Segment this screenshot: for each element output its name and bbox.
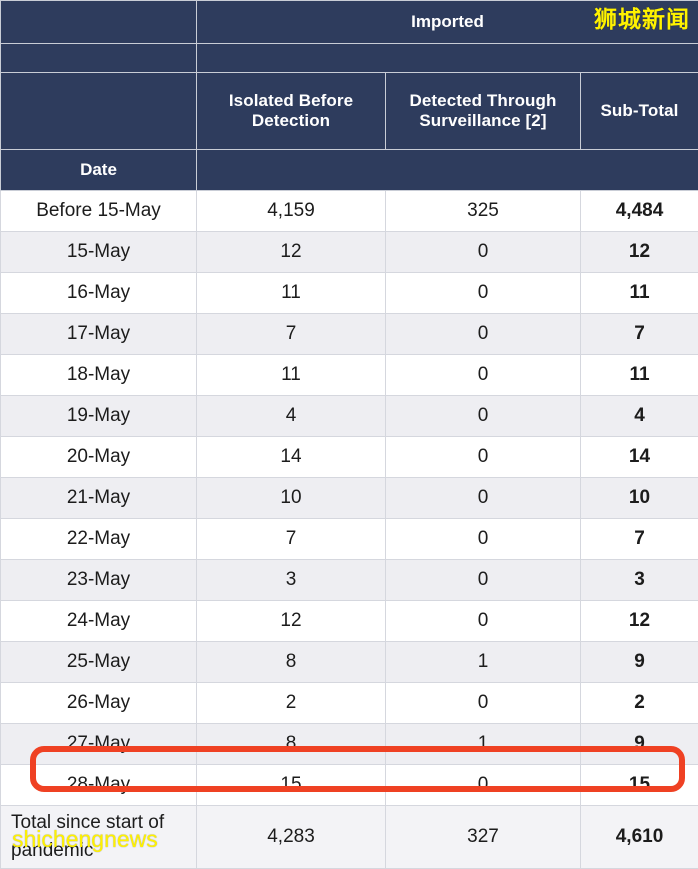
cell-date: 26-May (1, 683, 197, 724)
table-row: 22-May 7 0 7 (1, 519, 698, 560)
cell-isolated: 4,159 (197, 191, 386, 232)
watermark-top-right: 狮城新闻 (594, 8, 690, 31)
cell-detected: 0 (386, 478, 581, 519)
header-spacer-right (197, 44, 698, 73)
cell-date: Before 15-May (1, 191, 197, 232)
cell-isolated: 12 (197, 601, 386, 642)
cell-subtotal: 4,484 (581, 191, 698, 232)
cell-detected: 325 (386, 191, 581, 232)
cell-detected: 1 (386, 642, 581, 683)
covid-case-table-container: Imported Isolated Before Detection Detec… (0, 0, 698, 860)
cell-isolated: 12 (197, 232, 386, 273)
cell-subtotal: 7 (581, 314, 698, 355)
table-row: 24-May 12 0 12 (1, 601, 698, 642)
cell-isolated: 15 (197, 765, 386, 806)
table-row-highlighted: 28-May 15 0 15 (1, 765, 698, 806)
cell-date: 16-May (1, 273, 197, 314)
cell-subtotal: 12 (581, 232, 698, 273)
cell-detected: 0 (386, 396, 581, 437)
header-row-spacer (1, 44, 698, 73)
cell-detected: 0 (386, 355, 581, 396)
cell-date: 27-May (1, 724, 197, 765)
watermark-bottom-left: shichengnews (12, 828, 158, 851)
covid-imported-cases-table: Imported Isolated Before Detection Detec… (0, 0, 698, 869)
header-detected-through-surveillance: Detected Through Surveillance [2] (386, 73, 581, 150)
cell-isolated: 11 (197, 273, 386, 314)
table-row: 19-May 4 0 4 (1, 396, 698, 437)
header-sub-total: Sub-Total (581, 73, 698, 150)
cell-detected: 0 (386, 437, 581, 478)
cell-isolated: 11 (197, 355, 386, 396)
cell-date: 19-May (1, 396, 197, 437)
cell-date: 20-May (1, 437, 197, 478)
cell-subtotal: 10 (581, 478, 698, 519)
header-isolated-before-detection: Isolated Before Detection (197, 73, 386, 150)
cell-detected: 0 (386, 683, 581, 724)
cell-date: 21-May (1, 478, 197, 519)
cell-detected: 0 (386, 314, 581, 355)
cell-detected: 0 (386, 519, 581, 560)
cell-isolated: 7 (197, 314, 386, 355)
cell-date: 25-May (1, 642, 197, 683)
cell-subtotal: 9 (581, 642, 698, 683)
cell-subtotal: 15 (581, 765, 698, 806)
cell-date: 28-May (1, 765, 197, 806)
table-row: 26-May 2 0 2 (1, 683, 698, 724)
cell-date: 18-May (1, 355, 197, 396)
cell-isolated: 4 (197, 396, 386, 437)
cell-total-detected: 327 (386, 806, 581, 869)
table-body: Before 15-May 4,159 325 4,484 15-May 12 … (1, 191, 698, 869)
cell-isolated: 8 (197, 642, 386, 683)
cell-detected: 0 (386, 560, 581, 601)
cell-date: 23-May (1, 560, 197, 601)
cell-subtotal: 11 (581, 273, 698, 314)
cell-isolated: 14 (197, 437, 386, 478)
cell-subtotal: 7 (581, 519, 698, 560)
table-row: 16-May 11 0 11 (1, 273, 698, 314)
table-row: 27-May 8 1 9 (1, 724, 698, 765)
cell-total-isolated: 4,283 (197, 806, 386, 869)
table-row: 21-May 10 0 10 (1, 478, 698, 519)
cell-isolated: 10 (197, 478, 386, 519)
cell-date: 15-May (1, 232, 197, 273)
cell-subtotal: 14 (581, 437, 698, 478)
cell-date: 17-May (1, 314, 197, 355)
cell-date: 24-May (1, 601, 197, 642)
cell-subtotal: 4 (581, 396, 698, 437)
header-corner-cell-empty (1, 1, 197, 44)
header-row-date: Date (1, 150, 698, 191)
table-row: 18-May 11 0 11 (1, 355, 698, 396)
cell-isolated: 3 (197, 560, 386, 601)
cell-isolated: 2 (197, 683, 386, 724)
table-row: 17-May 7 0 7 (1, 314, 698, 355)
header-row-columns: Isolated Before Detection Detected Throu… (1, 73, 698, 150)
header-date: Date (1, 150, 197, 191)
cell-isolated: 8 (197, 724, 386, 765)
cell-detected: 0 (386, 273, 581, 314)
header-date-filler (197, 150, 698, 191)
cell-subtotal: 2 (581, 683, 698, 724)
cell-isolated: 7 (197, 519, 386, 560)
table-row: 23-May 3 0 3 (1, 560, 698, 601)
cell-subtotal: 9 (581, 724, 698, 765)
cell-subtotal: 12 (581, 601, 698, 642)
table-row: 25-May 8 1 9 (1, 642, 698, 683)
header-columns-empty (1, 73, 197, 150)
cell-date: 22-May (1, 519, 197, 560)
table-row: 15-May 12 0 12 (1, 232, 698, 273)
cell-detected: 0 (386, 765, 581, 806)
cell-detected: 0 (386, 601, 581, 642)
cell-total-subtotal: 4,610 (581, 806, 698, 869)
cell-detected: 1 (386, 724, 581, 765)
cell-detected: 0 (386, 232, 581, 273)
table-row: Before 15-May 4,159 325 4,484 (1, 191, 698, 232)
cell-subtotal: 3 (581, 560, 698, 601)
header-spacer-left (1, 44, 197, 73)
table-row: 20-May 14 0 14 (1, 437, 698, 478)
cell-subtotal: 11 (581, 355, 698, 396)
